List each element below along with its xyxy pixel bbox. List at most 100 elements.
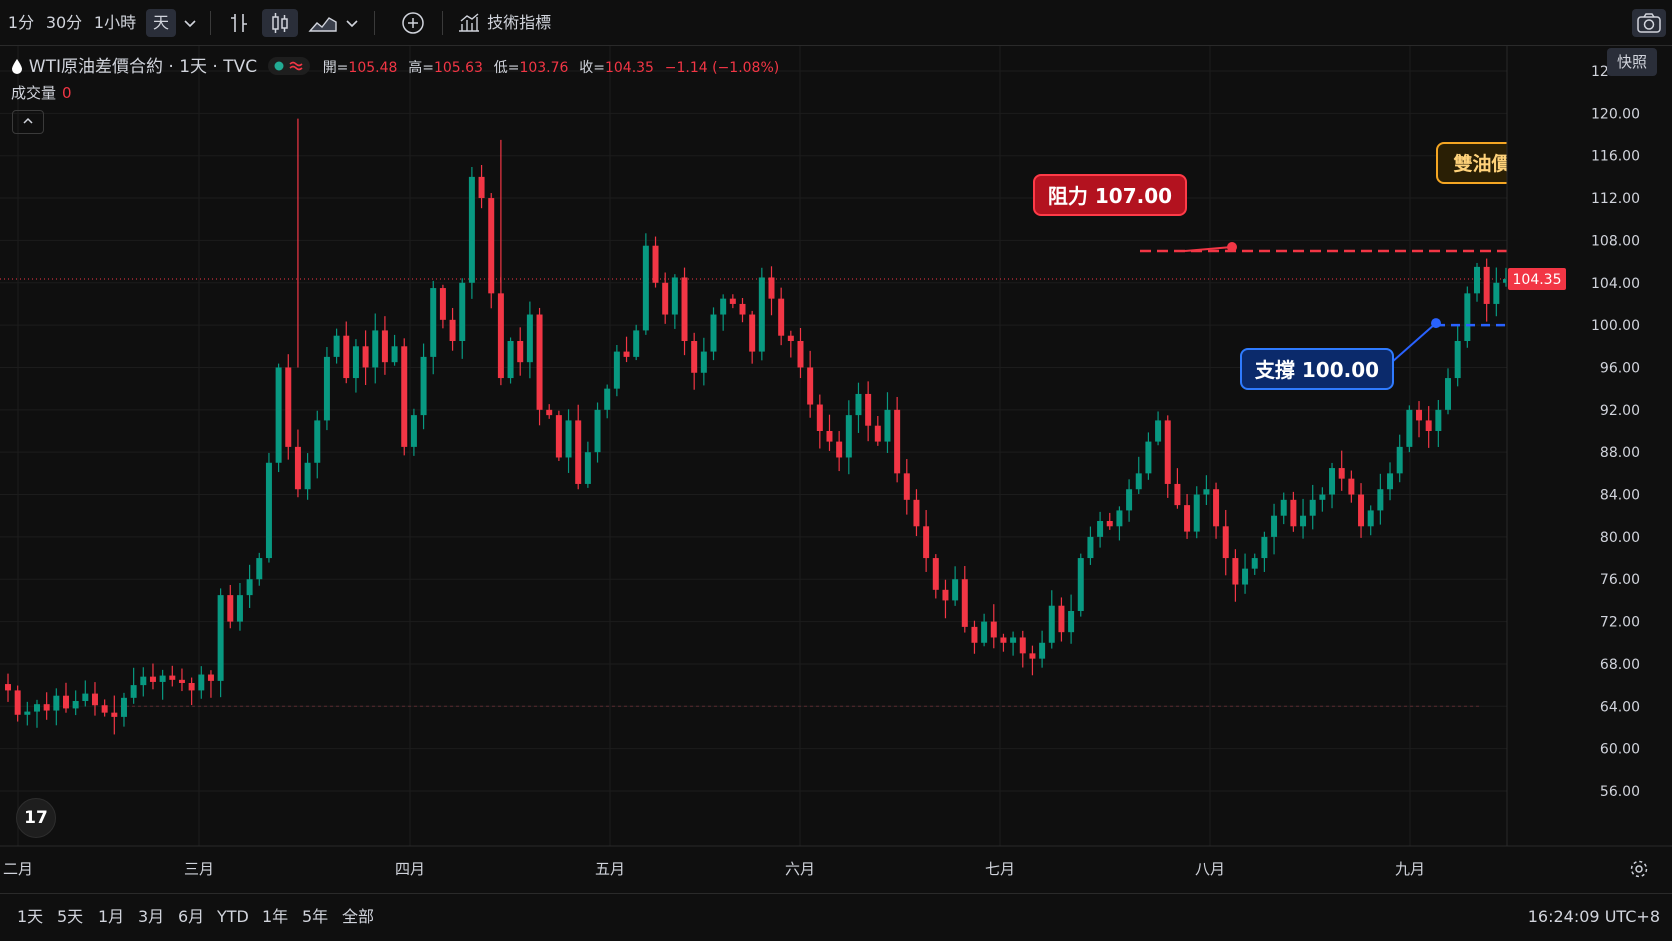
candle-up: [236, 583, 243, 631]
range-1y[interactable]: 1年: [262, 904, 288, 930]
chevron-down-icon[interactable]: [340, 9, 364, 37]
open-value: 105.48: [348, 60, 398, 76]
range-1d[interactable]: 1天: [17, 904, 43, 930]
gear-icon[interactable]: [1628, 858, 1650, 880]
tradingview-logo[interactable]: 17: [16, 798, 56, 838]
candle-up: [642, 233, 649, 335]
price-tick-label: 100.00: [1591, 318, 1640, 334]
candle-body: [449, 319, 456, 341]
range-all[interactable]: 全部: [342, 904, 374, 930]
candle-up: [1445, 368, 1452, 415]
price-tick-label: 88.00: [1600, 445, 1640, 461]
candle-body: [652, 245, 659, 283]
add-compare-icon[interactable]: [398, 9, 428, 37]
candle-down: [43, 692, 50, 720]
candle-style-button[interactable]: [262, 9, 298, 37]
range-3m[interactable]: 3月: [138, 904, 164, 930]
collapse-legend-button[interactable]: [12, 110, 44, 134]
price-tick-label: 112.00: [1591, 191, 1640, 207]
price-tick-label: 64.00: [1600, 699, 1640, 715]
support-label: 支撐 100.00: [1255, 358, 1379, 382]
candle-down: [739, 298, 746, 323]
range-5y[interactable]: 5年: [302, 904, 328, 930]
candle-up: [1097, 511, 1104, 548]
time-axis: 二月 三月 四月 五月 六月 七月 八月 九月: [0, 845, 1672, 878]
candle-body: [1087, 536, 1094, 559]
price-chart[interactable]: 阻力 107.00支撐 100.00雙油價同步衝高 124.00120.0011…: [0, 46, 1672, 893]
candle-body: [1251, 558, 1258, 569]
candle-down: [575, 404, 582, 490]
indicators-button[interactable]: 技術指標: [456, 9, 566, 37]
candle-body: [82, 693, 89, 701]
candle-body: [1464, 293, 1471, 341]
candle-down: [913, 489, 920, 537]
resistance-anchor-dot: [1227, 242, 1237, 252]
candle-up: [1435, 399, 1442, 447]
candle-down: [149, 663, 156, 690]
candle-body: [575, 420, 582, 484]
candle-body: [1348, 478, 1355, 495]
candle-body: [1019, 637, 1026, 654]
range-1m[interactable]: 1月: [98, 904, 124, 930]
candle-body: [990, 621, 997, 638]
candle-body: [1126, 489, 1133, 511]
interval-1h[interactable]: 1小時: [90, 9, 140, 37]
candle-down: [923, 510, 930, 572]
candle-body: [1290, 499, 1297, 527]
candle-body: [1077, 558, 1084, 611]
clock-timezone[interactable]: 16:24:09 UTC+8: [1528, 904, 1660, 930]
candle-up: [159, 669, 166, 700]
candle-body: [1242, 568, 1249, 585]
candle-body: [923, 526, 930, 559]
time-tick-label: 三月: [184, 860, 214, 878]
candle-body: [24, 711, 31, 715]
range-ytd[interactable]: YTD: [217, 904, 249, 930]
candle-body: [1280, 499, 1287, 516]
area-style-icon[interactable]: [306, 9, 340, 37]
candle-body: [198, 674, 205, 691]
time-tick-label: 二月: [3, 860, 33, 878]
candle-down: [343, 321, 350, 384]
range-6m[interactable]: 6月: [178, 904, 204, 930]
candle-up: [430, 280, 437, 375]
symbol-title[interactable]: WTI原油差價合約 · 1天 · TVC: [29, 57, 257, 77]
chevron-down-icon[interactable]: [178, 9, 202, 37]
candle-body: [323, 356, 330, 421]
interval-30m[interactable]: 30分: [44, 9, 84, 37]
candle-body: [1474, 266, 1481, 294]
volume-label[interactable]: 成交量: [11, 84, 56, 102]
candle-body: [855, 393, 862, 416]
candle-up: [633, 324, 640, 361]
market-status-icon[interactable]: [267, 57, 310, 75]
candle-up: [1309, 484, 1316, 530]
candle-up: [1010, 631, 1017, 656]
candle-down: [111, 695, 118, 735]
candle-body: [1493, 282, 1500, 304]
candle-body: [91, 693, 98, 706]
candle-body: [797, 341, 804, 368]
candle-body: [1135, 473, 1142, 490]
close-label: 收=: [579, 60, 605, 76]
candle-down: [362, 330, 369, 386]
range-5d[interactable]: 5天: [57, 904, 83, 930]
candle-down: [1232, 549, 1239, 602]
interval-1d[interactable]: 天: [146, 9, 176, 37]
candle-up: [526, 301, 533, 379]
candle-up: [24, 701, 31, 726]
candle-body: [1058, 605, 1065, 633]
interval-1m[interactable]: 1分: [4, 9, 38, 37]
candle-body: [468, 176, 475, 283]
snapshot-button[interactable]: [1632, 9, 1666, 37]
candle-up: [1367, 505, 1374, 536]
candle-body: [565, 420, 572, 458]
price-tick-label: 60.00: [1600, 742, 1640, 758]
candle-down: [797, 328, 804, 379]
candle-down: [401, 338, 408, 456]
candle-body: [1184, 505, 1191, 532]
candle-body: [1097, 521, 1104, 537]
bar-style-icon[interactable]: [224, 9, 254, 37]
candle-body: [507, 341, 514, 379]
candle-body: [845, 415, 852, 458]
candle-body: [720, 298, 727, 315]
candle-body: [874, 425, 881, 442]
